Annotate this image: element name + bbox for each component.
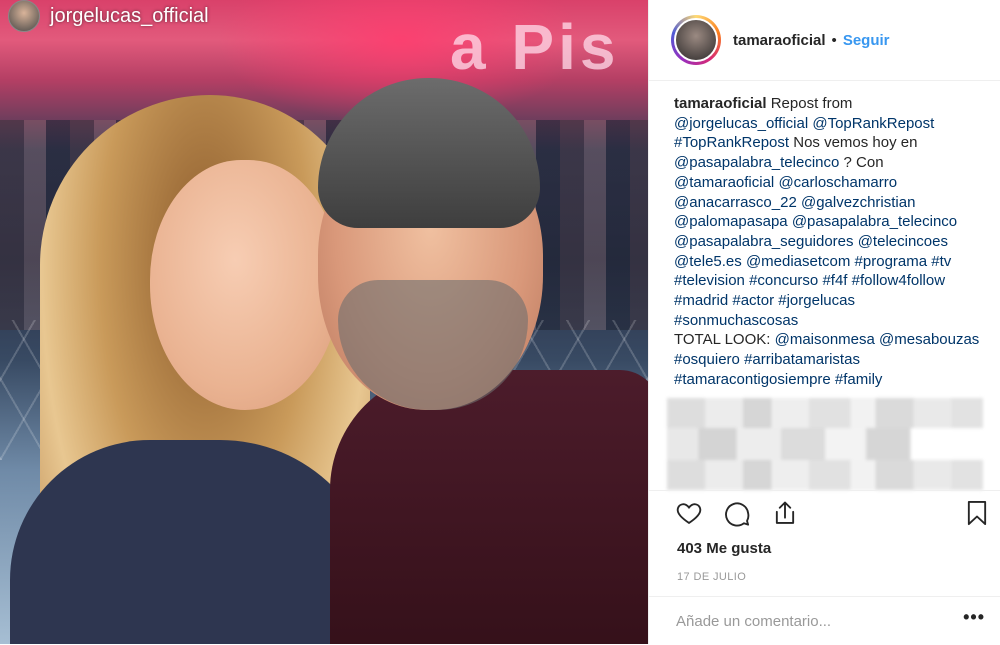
man-hair — [318, 78, 540, 228]
tag-handle: jorgelucas_official — [50, 4, 209, 27]
hashtag-link[interactable]: #television — [674, 272, 745, 289]
hashtag-link[interactable]: #tv — [931, 253, 951, 270]
post-photo[interactable]: a Pis jorgelucas_official — [0, 0, 648, 644]
comment-row: ••• — [649, 596, 1000, 645]
mention-link[interactable]: @mediasetcom — [746, 253, 850, 270]
caption-line: #TopRankRepost Nos vemos hoy en — [674, 133, 992, 153]
mention-link[interactable]: @tamaraoficial — [674, 174, 774, 191]
blurred-comments — [667, 398, 983, 490]
mention-link[interactable]: @pasapalabra_seguidores — [674, 233, 854, 250]
caption-line: #osquiero #arribatamaristas — [674, 350, 992, 370]
caption-username[interactable]: tamaraoficial — [674, 95, 767, 112]
more-options-button[interactable]: ••• — [963, 607, 985, 628]
hashtag-link[interactable]: #osquiero — [674, 351, 740, 368]
hashtag-link[interactable]: #f4f — [822, 272, 847, 289]
mention-link[interactable]: @galvezchristian — [801, 194, 915, 211]
caption-line: @anacarrasco_22 @galvezchristian — [674, 193, 992, 213]
comment-button[interactable] — [723, 499, 753, 529]
comment-input[interactable] — [676, 609, 946, 633]
caption-line: #sonmuchascosas — [674, 311, 992, 331]
studio-screen-text: a Pis — [450, 11, 620, 83]
action-bar — [649, 490, 1000, 537]
mention-link[interactable]: @telecincoes — [858, 233, 948, 250]
like-button[interactable] — [675, 499, 705, 529]
hashtag-link[interactable]: #arribatamaristas — [744, 351, 860, 368]
caption-line: @pasapalabra_seguidores @telecincoes — [674, 232, 992, 252]
mention-link[interactable]: @tele5.es — [674, 253, 742, 270]
tag-avatar — [8, 0, 40, 32]
post-header: tamaraoficial • Seguir — [649, 0, 1000, 81]
save-button[interactable] — [963, 499, 993, 529]
mention-link[interactable]: @carloschamarro — [778, 174, 897, 191]
post-caption: tamaraoficial Repost from @jorgelucas_off… — [674, 94, 992, 390]
mention-link[interactable]: @palomapasapa — [674, 213, 788, 230]
hashtag-link[interactable]: #programa — [855, 253, 928, 270]
comment-icon — [725, 502, 750, 527]
man-body — [330, 370, 648, 644]
hashtag-link[interactable]: #tamaracontigosiempre — [674, 371, 831, 388]
follow-button[interactable]: Seguir — [843, 32, 890, 49]
caption-text: ? Con — [839, 154, 884, 172]
post-date[interactable]: 17 DE JULIO — [677, 571, 746, 583]
caption-line: #television #concurso #f4f #follow4follo… — [674, 271, 992, 291]
likes-count[interactable]: 403 Me gusta — [677, 540, 771, 557]
heart-icon — [676, 503, 702, 525]
caption-text: Repost from — [766, 95, 853, 112]
mention-link[interactable]: @pasapalabra_telecinco — [674, 154, 839, 171]
mention-link[interactable]: @TopRankRepost — [812, 115, 934, 132]
caption-line: tamaraoficial Repost from — [674, 94, 992, 114]
hashtag-link[interactable]: #family — [835, 371, 883, 388]
caption-line: @tele5.es @mediasetcom #programa #tv — [674, 252, 992, 272]
profile-avatar[interactable] — [671, 15, 721, 65]
hashtag-link[interactable]: #sonmuchascosas — [674, 312, 798, 329]
caption-line: @jorgelucas_official @TopRankRepost — [674, 114, 992, 134]
hashtag-link[interactable]: #madrid — [674, 292, 728, 309]
header-separator: • — [831, 31, 837, 49]
photo-user-tag[interactable]: jorgelucas_official — [8, 0, 219, 32]
share-icon — [775, 501, 795, 524]
mention-link[interactable]: @mesabouzas — [879, 331, 979, 348]
caption-line: #tamaracontigosiempre #family — [674, 370, 992, 390]
hashtag-link[interactable]: #follow4follow — [852, 272, 945, 289]
mention-link[interactable]: @anacarrasco_22 — [674, 194, 797, 211]
post-sidebar: tamaraoficial • Seguir tamaraoficial Rep… — [648, 0, 1000, 644]
share-button[interactable] — [771, 499, 801, 529]
hashtag-link[interactable]: #TopRankRepost — [674, 134, 789, 151]
mention-link[interactable]: @jorgelucas_official — [674, 115, 808, 132]
caption-text: TOTAL LOOK: — [674, 331, 775, 349]
woman-face — [150, 160, 340, 410]
caption-text: Nos vemos hoy en — [789, 134, 918, 152]
caption-line: TOTAL LOOK: @maisonmesa @mesabouzas — [674, 330, 992, 350]
bookmark-icon — [967, 500, 987, 526]
caption-line: @pasapalabra_telecinco ? Con — [674, 153, 992, 173]
hashtag-link[interactable]: #actor — [732, 292, 774, 309]
caption-line: @tamaraoficial @carloschamarro — [674, 173, 992, 193]
mention-link[interactable]: @pasapalabra_telecinco — [792, 213, 957, 230]
header-username[interactable]: tamaraoficial — [733, 32, 826, 49]
caption-line: @palomapasapa @pasapalabra_telecinco — [674, 212, 992, 232]
hashtag-link[interactable]: #jorgelucas — [778, 292, 855, 309]
hashtag-link[interactable]: #concurso — [749, 272, 818, 289]
mention-link[interactable]: @maisonmesa — [775, 331, 875, 348]
caption-line: #madrid #actor #jorgelucas — [674, 291, 992, 311]
